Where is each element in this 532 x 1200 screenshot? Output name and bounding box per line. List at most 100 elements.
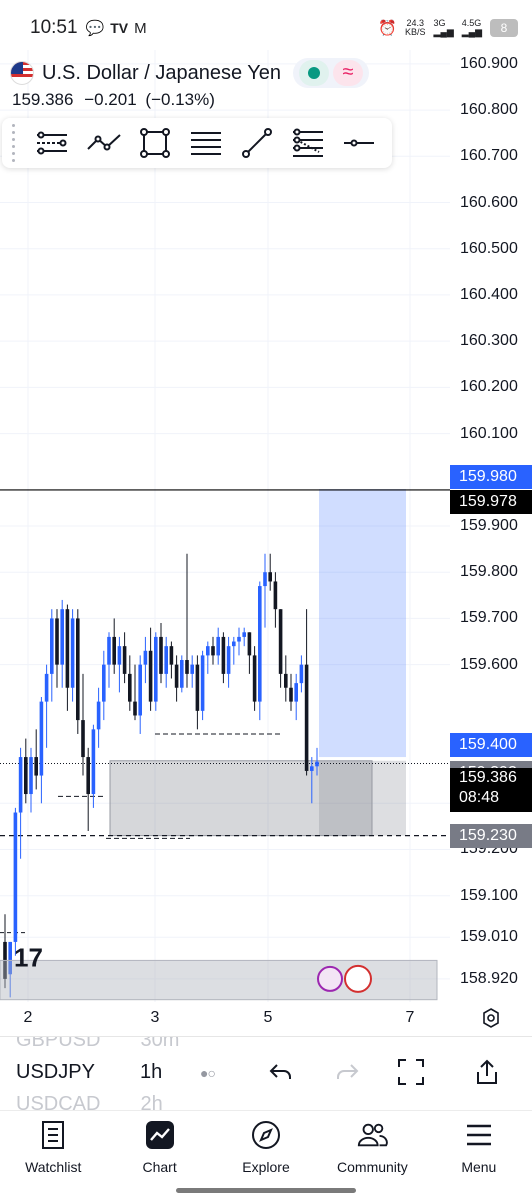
nav-label: Menu [461, 1159, 497, 1175]
time-axis-label: 3 [150, 1009, 160, 1026]
candle-body [164, 646, 168, 674]
candle-body [143, 650, 148, 665]
market-status-pill[interactable]: ≈ [293, 58, 370, 88]
price-tag-value: 159.386 [459, 768, 517, 786]
undo-icon[interactable] [264, 1055, 298, 1089]
candle-body [299, 664, 304, 684]
price-axis-label: 159.900 [460, 517, 518, 534]
horizontal-ray-icon[interactable] [28, 120, 77, 166]
candle-body [60, 609, 64, 665]
nav-label: Community [337, 1159, 408, 1175]
candle-body [102, 664, 106, 702]
candle-body [55, 618, 59, 665]
network-speed: 24.3 KB/S [405, 19, 426, 37]
path-icon[interactable] [79, 120, 128, 166]
symbol-switcher[interactable]: GBPUSD 30m USDJPY 1h USDCAD 2h [16, 1037, 196, 1111]
price-axis-label: 159.800 [460, 563, 518, 581]
nav-watchlist[interactable]: Watchlist [0, 1111, 106, 1182]
candle-body [128, 673, 132, 702]
bar-countdown: 08:48 [459, 788, 500, 806]
symbol-interval: 2h [140, 1093, 163, 1111]
community-icon [356, 1119, 389, 1151]
price-tag-value: 159.978 [459, 492, 517, 510]
fib-retracement-icon[interactable] [284, 120, 333, 166]
price-axis-label: 159.600 [460, 655, 518, 673]
symbol-interval: 30m [140, 1037, 180, 1051]
compass-icon [250, 1119, 282, 1151]
price-axis-label: 158.920 [460, 969, 518, 987]
price-tag: 159.230 [450, 823, 532, 848]
nav-explore[interactable]: Explore [213, 1111, 319, 1182]
price-axis-label: 159.100 [460, 886, 518, 904]
candle-body [154, 636, 158, 702]
symbol-name[interactable]: U.S. Dollar / Japanese Yen [42, 62, 281, 85]
gmail-icon: M [134, 19, 147, 37]
candle-body [96, 701, 101, 730]
nav-chart[interactable]: Chart [106, 1111, 212, 1182]
current-symbol[interactable]: USDJPY 1h [16, 1061, 162, 1084]
nav-community[interactable]: Community [319, 1111, 425, 1182]
fullscreen-icon[interactable] [394, 1055, 428, 1089]
settings-icon[interactable] [480, 1007, 502, 1029]
candle-body [268, 572, 272, 582]
candle-body [315, 761, 319, 767]
realtime-data-icon: ≈ [333, 60, 364, 86]
candle-body [211, 646, 215, 656]
candle-body [258, 586, 262, 702]
target-zone [319, 489, 406, 758]
rectangle-icon[interactable] [130, 120, 179, 166]
price-axis-label: 160.500 [460, 239, 518, 257]
redo-icon[interactable] [330, 1055, 364, 1089]
price-axis[interactable]: 160.900 160.800 160.700 160.600 160.500 160.4… [450, 50, 532, 1002]
price-axis-label: 160.200 [460, 378, 518, 396]
price-axis-label: 159.010 [460, 928, 518, 946]
candle-body [263, 572, 267, 587]
market-open-icon [299, 60, 330, 86]
candle-body [294, 683, 298, 702]
candle-body [107, 636, 111, 665]
price-change: −0.201 [84, 90, 137, 109]
symbol-option[interactable]: GBPUSD 30m [16, 1037, 179, 1052]
symbol-interval: 1h [140, 1061, 163, 1083]
watchlist-icon [37, 1119, 69, 1151]
candle-body [284, 673, 288, 688]
nav-menu[interactable]: Menu [426, 1111, 532, 1182]
symbol-ticker: USDJPY [16, 1061, 95, 1083]
price-tag-value: 159.980 [459, 468, 517, 486]
candle-body [304, 664, 309, 771]
symbol-option[interactable]: USDCAD 2h [16, 1093, 163, 1111]
candle-body [237, 636, 241, 642]
us-economic-event-icon [344, 964, 372, 993]
net-speed-unit: KB/S [405, 27, 426, 37]
candle-body [289, 687, 293, 702]
candle-body [29, 757, 33, 795]
more-icon[interactable]: ●○ [200, 1065, 216, 1081]
candle-body [232, 641, 236, 647]
candle-body [112, 636, 116, 665]
share-icon[interactable] [470, 1055, 504, 1089]
candle-body [76, 618, 80, 721]
signal-bars-icon: ▂▄▆ [433, 27, 454, 37]
symbol-header[interactable]: U.S. Dollar / Japanese Yen ≈ [10, 58, 380, 88]
price-axis-label: 160.700 [460, 147, 518, 165]
time-axis[interactable]: 2 3 5 7 [0, 1002, 532, 1036]
drawing-toolbar[interactable] [2, 118, 392, 168]
drag-handle-icon[interactable] [10, 124, 26, 162]
price-axis-label: 160.100 [460, 424, 518, 442]
chart-pane[interactable]: 17 160.900 160.800 160.700 160.600 160.500 16… [0, 50, 532, 1002]
price-change-percent: (−0.13%) [145, 90, 215, 109]
chart-bottom-toolbar[interactable]: GBPUSD 30m USDJPY 1h USDCAD 2h ●○ [0, 1036, 532, 1111]
candle-body [190, 664, 194, 674]
notification-icons: 💬 TV M [86, 19, 147, 38]
candle-body [159, 636, 163, 674]
symbol-ticker: USDCAD [16, 1093, 101, 1111]
candle-body [206, 646, 210, 656]
trend-line-icon[interactable] [232, 120, 281, 166]
parallel-lines-icon[interactable] [181, 120, 230, 166]
price-axis-label: 160.900 [460, 54, 518, 72]
horizontal-line-icon[interactable] [335, 120, 384, 166]
candle-body [44, 673, 49, 702]
bottom-navigation[interactable]: Watchlist Chart Explore Community Menu [0, 1110, 532, 1182]
candle-body [252, 655, 257, 702]
candle-body [70, 618, 75, 688]
